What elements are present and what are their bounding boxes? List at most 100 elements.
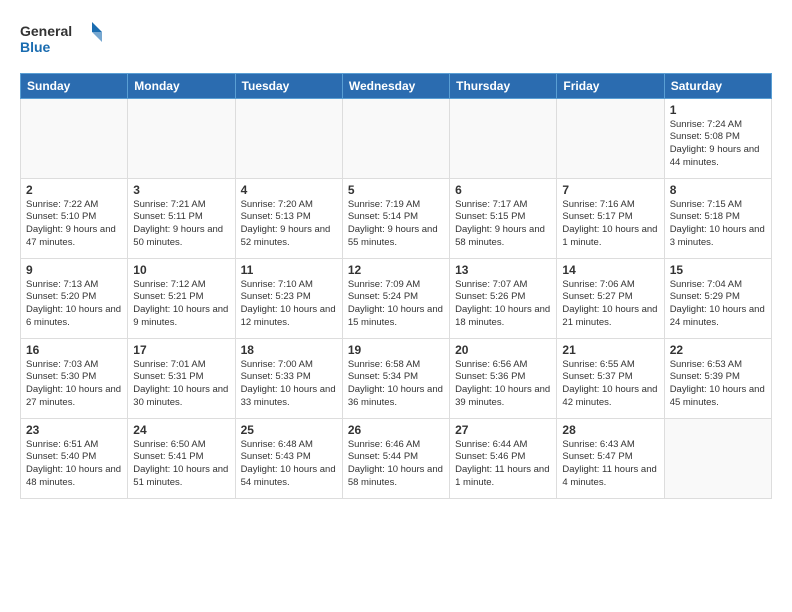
logo: General Blue: [20, 18, 110, 63]
calendar-cell: 3Sunrise: 7:21 AM Sunset: 5:11 PM Daylig…: [128, 178, 235, 258]
day-info: Sunrise: 7:10 AM Sunset: 5:23 PM Dayligh…: [241, 279, 337, 330]
day-number: 24: [133, 423, 229, 437]
calendar-cell: 15 Sunrise: 7:04 AM Sunset: 5:29 PM Dayli…: [664, 258, 771, 338]
day-info: Sunrise: 7:01 AM Sunset: 5:31 PM Dayligh…: [133, 359, 229, 410]
calendar-cell: [342, 98, 449, 178]
calendar-cell: 26Sunrise: 6:46 AM Sunset: 5:44 PM Dayli…: [342, 418, 449, 498]
day-number: 5: [348, 183, 444, 197]
calendar-week-row: 1 Sunrise: 7:24 AM Sunset: 5:08 PM Daylig…: [21, 98, 772, 178]
weekday-header-thursday: Thursday: [450, 73, 557, 98]
calendar-cell: 12 Sunrise: 7:09 AM Sunset: 5:24 PM Dayli…: [342, 258, 449, 338]
calendar-cell: 20Sunrise: 6:56 AM Sunset: 5:36 PM Dayli…: [450, 338, 557, 418]
day-info: Sunrise: 7:24 AM Sunset: 5:08 PM Dayligh…: [670, 119, 766, 170]
day-info: Sunrise: 7:00 AM Sunset: 5:33 PM Dayligh…: [241, 359, 337, 410]
calendar-cell: [21, 98, 128, 178]
calendar-cell: 5 Sunrise: 7:19 AM Sunset: 5:14 PM Daylig…: [342, 178, 449, 258]
weekday-header-tuesday: Tuesday: [235, 73, 342, 98]
weekday-header-monday: Monday: [128, 73, 235, 98]
day-info: Sunrise: 6:53 AM Sunset: 5:39 PM Dayligh…: [670, 359, 766, 410]
calendar-cell: 21Sunrise: 6:55 AM Sunset: 5:37 PM Dayli…: [557, 338, 664, 418]
calendar-week-row: 23 Sunrise: 6:51 AM Sunset: 5:40 PM Dayli…: [21, 418, 772, 498]
logo-text: General Blue: [20, 18, 110, 63]
calendar-cell: 17 Sunrise: 7:01 AM Sunset: 5:31 PM Dayli…: [128, 338, 235, 418]
day-info: Sunrise: 7:22 AM Sunset: 5:10 PM Dayligh…: [26, 199, 122, 250]
day-number: 9: [26, 263, 122, 277]
day-info: Sunrise: 7:19 AM Sunset: 5:14 PM Dayligh…: [348, 199, 444, 250]
day-number: 2: [26, 183, 122, 197]
day-number: 13: [455, 263, 551, 277]
day-info: Sunrise: 7:20 AM Sunset: 5:13 PM Dayligh…: [241, 199, 337, 250]
weekday-header-sunday: Sunday: [21, 73, 128, 98]
weekday-header-wednesday: Wednesday: [342, 73, 449, 98]
calendar-cell: [450, 98, 557, 178]
day-number: 23: [26, 423, 122, 437]
calendar-cell: 1 Sunrise: 7:24 AM Sunset: 5:08 PM Daylig…: [664, 98, 771, 178]
calendar-cell: 23 Sunrise: 6:51 AM Sunset: 5:40 PM Dayli…: [21, 418, 128, 498]
calendar-cell: 8Sunrise: 7:15 AM Sunset: 5:18 PM Daylig…: [664, 178, 771, 258]
calendar-cell: 27Sunrise: 6:44 AM Sunset: 5:46 PM Dayli…: [450, 418, 557, 498]
day-number: 1: [670, 103, 766, 117]
day-number: 4: [241, 183, 337, 197]
calendar-cell: [557, 98, 664, 178]
calendar-cell: 4 Sunrise: 7:20 AM Sunset: 5:13 PM Daylig…: [235, 178, 342, 258]
day-info: Sunrise: 7:16 AM Sunset: 5:17 PM Dayligh…: [562, 199, 658, 250]
day-number: 10: [133, 263, 229, 277]
day-number: 3: [133, 183, 229, 197]
day-number: 12: [348, 263, 444, 277]
day-info: Sunrise: 6:55 AM Sunset: 5:37 PM Dayligh…: [562, 359, 658, 410]
calendar-cell: 19 Sunrise: 6:58 AM Sunset: 5:34 PM Dayli…: [342, 338, 449, 418]
page: General Blue SundayMondayTuesdayWednesda…: [0, 0, 792, 612]
day-info: Sunrise: 7:15 AM Sunset: 5:18 PM Dayligh…: [670, 199, 766, 250]
day-info: Sunrise: 6:58 AM Sunset: 5:34 PM Dayligh…: [348, 359, 444, 410]
calendar-cell: 28 Sunrise: 6:43 AM Sunset: 5:47 PM Dayli…: [557, 418, 664, 498]
weekday-header-friday: Friday: [557, 73, 664, 98]
day-number: 27: [455, 423, 551, 437]
header: General Blue: [20, 18, 772, 63]
day-info: Sunrise: 7:03 AM Sunset: 5:30 PM Dayligh…: [26, 359, 122, 410]
calendar-cell: 6 Sunrise: 7:17 AM Sunset: 5:15 PM Daylig…: [450, 178, 557, 258]
calendar-cell: 11 Sunrise: 7:10 AM Sunset: 5:23 PM Dayli…: [235, 258, 342, 338]
calendar-cell: 22 Sunrise: 6:53 AM Sunset: 5:39 PM Dayli…: [664, 338, 771, 418]
day-info: Sunrise: 7:04 AM Sunset: 5:29 PM Dayligh…: [670, 279, 766, 330]
day-number: 28: [562, 423, 658, 437]
calendar-week-row: 2 Sunrise: 7:22 AM Sunset: 5:10 PM Daylig…: [21, 178, 772, 258]
calendar-cell: 13 Sunrise: 7:07 AM Sunset: 5:26 PM Dayli…: [450, 258, 557, 338]
calendar-week-row: 16 Sunrise: 7:03 AM Sunset: 5:30 PM Dayli…: [21, 338, 772, 418]
day-number: 16: [26, 343, 122, 357]
day-number: 17: [133, 343, 229, 357]
calendar-cell: 16 Sunrise: 7:03 AM Sunset: 5:30 PM Dayli…: [21, 338, 128, 418]
calendar-cell: [235, 98, 342, 178]
svg-text:General: General: [20, 23, 72, 39]
day-info: Sunrise: 7:07 AM Sunset: 5:26 PM Dayligh…: [455, 279, 551, 330]
day-number: 15: [670, 263, 766, 277]
weekday-header-row: SundayMondayTuesdayWednesdayThursdayFrid…: [21, 73, 772, 98]
day-number: 19: [348, 343, 444, 357]
day-info: Sunrise: 6:50 AM Sunset: 5:41 PM Dayligh…: [133, 439, 229, 490]
day-number: 11: [241, 263, 337, 277]
calendar-cell: 25 Sunrise: 6:48 AM Sunset: 5:43 PM Dayli…: [235, 418, 342, 498]
calendar-cell: 9Sunrise: 7:13 AM Sunset: 5:20 PM Daylig…: [21, 258, 128, 338]
calendar-cell: 10 Sunrise: 7:12 AM Sunset: 5:21 PM Dayli…: [128, 258, 235, 338]
day-number: 25: [241, 423, 337, 437]
day-number: 6: [455, 183, 551, 197]
calendar-week-row: 9Sunrise: 7:13 AM Sunset: 5:20 PM Daylig…: [21, 258, 772, 338]
calendar-cell: [664, 418, 771, 498]
day-info: Sunrise: 6:51 AM Sunset: 5:40 PM Dayligh…: [26, 439, 122, 490]
svg-text:Blue: Blue: [20, 39, 51, 55]
logo-svg: General Blue: [20, 18, 110, 58]
day-number: 22: [670, 343, 766, 357]
day-info: Sunrise: 6:43 AM Sunset: 5:47 PM Dayligh…: [562, 439, 658, 490]
weekday-header-saturday: Saturday: [664, 73, 771, 98]
day-info: Sunrise: 7:17 AM Sunset: 5:15 PM Dayligh…: [455, 199, 551, 250]
day-number: 14: [562, 263, 658, 277]
calendar-cell: 7 Sunrise: 7:16 AM Sunset: 5:17 PM Daylig…: [557, 178, 664, 258]
day-number: 7: [562, 183, 658, 197]
day-info: Sunrise: 7:09 AM Sunset: 5:24 PM Dayligh…: [348, 279, 444, 330]
day-info: Sunrise: 6:46 AM Sunset: 5:44 PM Dayligh…: [348, 439, 444, 490]
calendar-table: SundayMondayTuesdayWednesdayThursdayFrid…: [20, 73, 772, 499]
day-info: Sunrise: 6:48 AM Sunset: 5:43 PM Dayligh…: [241, 439, 337, 490]
day-info: Sunrise: 7:06 AM Sunset: 5:27 PM Dayligh…: [562, 279, 658, 330]
day-info: Sunrise: 7:12 AM Sunset: 5:21 PM Dayligh…: [133, 279, 229, 330]
calendar-cell: [128, 98, 235, 178]
day-info: Sunrise: 6:56 AM Sunset: 5:36 PM Dayligh…: [455, 359, 551, 410]
